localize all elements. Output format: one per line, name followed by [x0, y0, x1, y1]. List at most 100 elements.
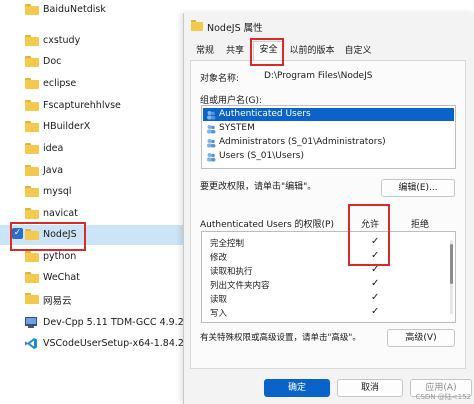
check-icon: ✓: [371, 250, 380, 261]
list-item[interactable]: navicat: [0, 204, 184, 224]
list-item[interactable]: 网易云: [0, 289, 184, 309]
tab-customize[interactable]: 自定义: [341, 43, 375, 59]
item-label: NodeJS: [43, 229, 77, 240]
item-label: mysql: [43, 186, 72, 197]
permissions-list[interactable]: 完全控制 ✓ 修改 ✓ 读取和执行 ✓ 列出文件夹内容 ✓ 读取 ✓ 写入 ✓: [201, 231, 456, 323]
item-label: HBuilderX: [43, 121, 91, 132]
permission-row: 读取和执行 ✓: [202, 264, 442, 278]
folder-icon: [25, 78, 39, 89]
tab-security[interactable]: 安全: [253, 41, 284, 60]
advanced-button[interactable]: 高级(V): [387, 329, 455, 347]
users-icon: [207, 111, 216, 120]
scrollbar-thumb[interactable]: [450, 244, 453, 284]
list-item[interactable]: cxstudy: [0, 31, 184, 51]
users-icon: [207, 125, 216, 134]
item-label: navicat: [43, 208, 78, 219]
permission-row: 修改 ✓: [202, 250, 442, 264]
permission-name: 读取: [210, 295, 228, 305]
devcpp-icon: [25, 317, 37, 328]
watermark: CSDN @陆<152: [415, 393, 471, 401]
check-icon: ✓: [371, 264, 380, 275]
vscode-icon: [25, 338, 37, 349]
deny-header: 拒绝: [411, 220, 430, 230]
folder-icon: [25, 121, 39, 132]
edit-button[interactable]: 编辑(E)...: [381, 179, 455, 197]
folder-icon: [25, 293, 39, 304]
user-name: Authenticated Users: [219, 109, 311, 119]
list-item[interactable]: Fscapturehhlvse: [0, 96, 184, 116]
list-item[interactable]: python: [0, 247, 184, 267]
user-name: Administrators (S_01\Administrators): [219, 137, 386, 147]
list-item-selected[interactable]: ✓ NodeJS: [0, 225, 184, 245]
security-panel: 对象名称: D:\Program Files\NodeJS 组或用户名(G): …: [190, 60, 466, 369]
item-label: Doc: [43, 56, 62, 67]
list-item[interactable]: Doc: [0, 52, 184, 72]
check-icon: ✓: [371, 292, 380, 303]
item-label: WeChat: [43, 272, 80, 283]
item-label: python: [43, 251, 77, 262]
permission-name: 修改: [210, 253, 228, 263]
tab-general[interactable]: 常规: [192, 43, 218, 59]
user-name: SYSTEM: [219, 123, 255, 133]
user-name: Users (S_01\Users): [219, 151, 304, 161]
folder-icon: [25, 4, 39, 15]
check-icon: ✓: [371, 236, 380, 247]
folder-icon: [25, 143, 39, 154]
item-label: BaiduNetdisk: [43, 4, 106, 15]
scrollbar[interactable]: [450, 240, 453, 314]
folder-icon: [25, 100, 39, 111]
folder-icon: [25, 186, 39, 197]
folder-icon: [25, 251, 39, 262]
user-list[interactable]: Authenticated Users SYSTEM Administrator…: [201, 105, 456, 169]
file-explorer-list: BaiduNetdisk cxstudy Doc eclipse Fscaptu…: [0, 0, 217, 404]
permission-name: 读取和执行: [210, 267, 253, 277]
item-label: Java: [43, 165, 64, 176]
list-item[interactable]: eclipse: [0, 74, 184, 94]
ok-button[interactable]: 确定: [264, 379, 330, 397]
permission-row: 列出文件夹内容 ✓: [202, 278, 442, 292]
permission-name: 列出文件夹内容: [210, 281, 270, 291]
folder-icon: [25, 229, 39, 240]
permission-row: 完全控制 ✓: [202, 236, 442, 250]
item-label: eclipse: [43, 78, 77, 89]
folder-icon: [25, 35, 39, 46]
list-item[interactable]: Dev-Cpp 5.11 TDM-GCC 4.9.2 Setu...: [0, 313, 217, 333]
list-item-users[interactable]: Users (S_01\Users): [203, 150, 454, 163]
permissions-header: Authenticated Users 的权限(P) 允许 拒绝: [200, 215, 454, 231]
list-item-system[interactable]: SYSTEM: [203, 122, 454, 135]
list-item[interactable]: BaiduNetdisk: [0, 0, 184, 20]
folder-icon: [191, 20, 203, 31]
tab-previous-versions[interactable]: 以前的版本: [286, 43, 338, 59]
item-label: Fscapturehhlvse: [43, 100, 121, 111]
advanced-hint-text: 有关特殊权限或高级设置，请单击"高级"。: [200, 333, 361, 343]
item-label: cxstudy: [43, 35, 81, 46]
check-icon: ✓: [371, 306, 380, 317]
list-item[interactable]: idea: [0, 139, 184, 159]
users-icon: [207, 153, 216, 162]
list-item-authenticated-users[interactable]: Authenticated Users: [203, 108, 454, 121]
dialog-titlebar[interactable]: NodeJS 属性: [184, 13, 474, 39]
list-item[interactable]: mysql: [0, 182, 184, 202]
item-label: idea: [43, 143, 64, 154]
list-item[interactable]: Java: [0, 161, 184, 181]
folder-icon: [25, 165, 39, 176]
users-icon: [207, 139, 216, 148]
permissions-label: Authenticated Users 的权限(P): [200, 220, 334, 230]
dialog-title: NodeJS 属性: [207, 23, 263, 34]
object-name-label: 对象名称:: [200, 74, 240, 84]
change-permissions-text: 要更改权限，请单击"编辑"。: [200, 182, 317, 192]
folder-icon: [25, 208, 39, 219]
list-item[interactable]: HBuilderX: [0, 117, 184, 137]
permission-row: 写入 ✓: [202, 306, 442, 320]
cancel-button[interactable]: 取消: [337, 379, 403, 397]
properties-dialog: NodeJS 属性 常规 共享 安全 以前的版本 自定义 对象名称: D:\Pr…: [183, 13, 474, 404]
tab-sharing[interactable]: 共享: [222, 43, 248, 59]
list-item[interactable]: WeChat: [0, 268, 184, 288]
checkbox-checked-icon[interactable]: ✓: [12, 228, 23, 239]
permission-name: 写入: [210, 309, 228, 319]
allow-header: 允许: [361, 220, 380, 230]
list-item[interactable]: VSCodeUserSetup-x64-1.84.2.exe: [0, 334, 204, 354]
check-icon: ✓: [371, 278, 380, 289]
folder-icon: [25, 272, 39, 283]
list-item-administrators[interactable]: Administrators (S_01\Administrators): [203, 136, 454, 149]
